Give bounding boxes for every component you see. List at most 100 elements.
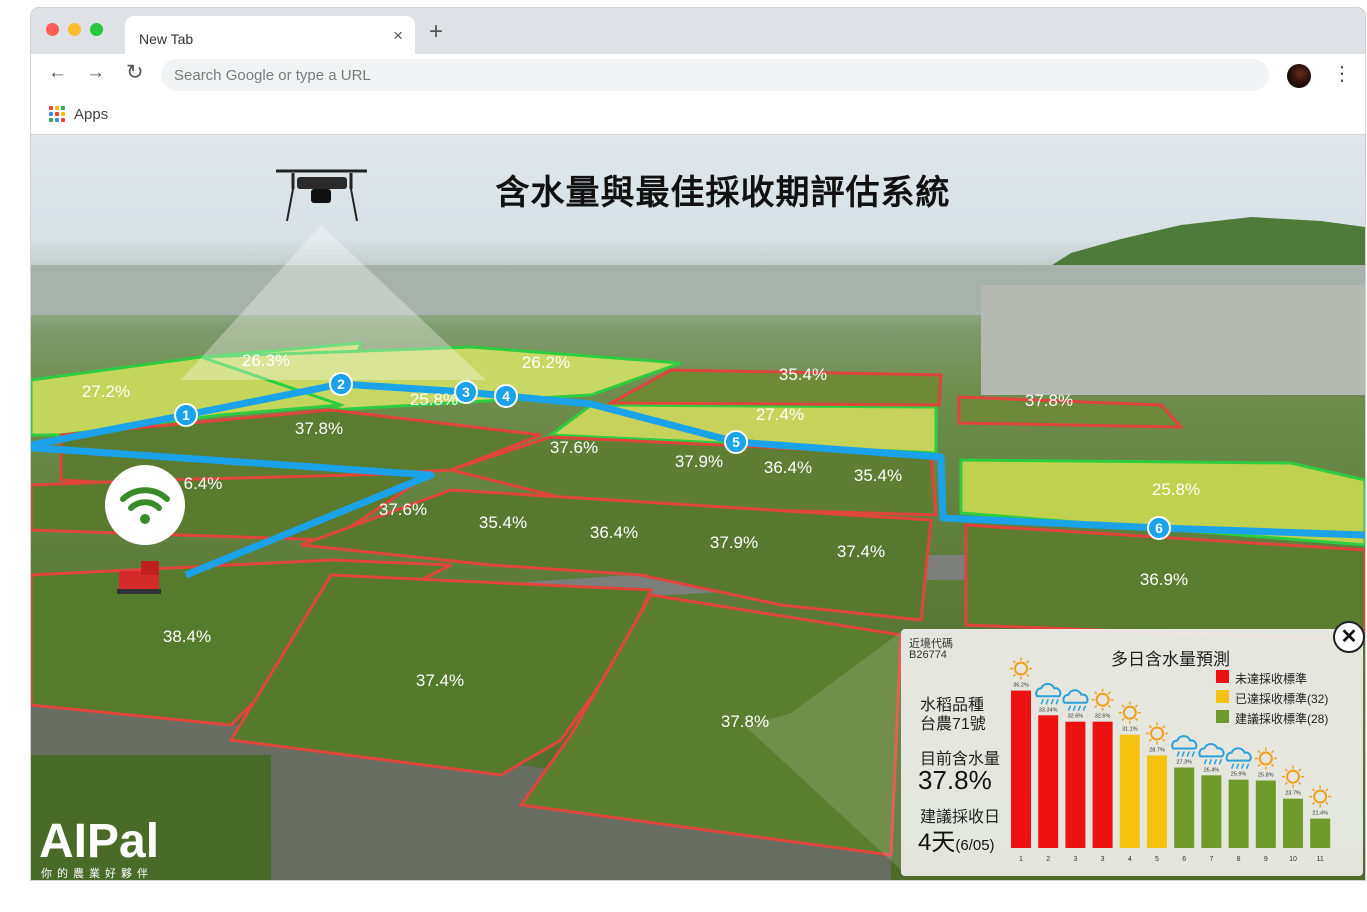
sun-icon: [1282, 765, 1304, 788]
profile-avatar[interactable]: [1287, 64, 1311, 88]
new-tab-icon[interactable]: +: [429, 20, 443, 44]
bar: [1283, 798, 1303, 848]
field-moisture-label: 25.8%: [1152, 480, 1200, 499]
rain-icon: [1035, 682, 1062, 705]
close-panel-button[interactable]: ✕: [1333, 621, 1365, 653]
window-minimize-button[interactable]: [68, 23, 81, 36]
brand-logo: AIPal: [39, 815, 160, 868]
field-moisture-label: 37.4%: [416, 671, 464, 690]
forward-arrow-icon[interactable]: →: [86, 62, 105, 84]
x-tick-label: 6: [1182, 856, 1186, 863]
legend-item-not-ready: 未達採收標準: [1216, 669, 1356, 686]
browser-window: New Tab × + ← → ↻ Search Google or type …: [31, 8, 1365, 880]
field-moisture-label: 37.9%: [675, 452, 723, 471]
reload-icon[interactable]: ↻: [126, 62, 144, 84]
legend-label: 已達採收標準(32): [1235, 692, 1329, 706]
x-tick-label: 8: [1237, 856, 1241, 863]
field-moisture-label: 27.2%: [82, 382, 130, 401]
bar-value-label: 27.3%: [1176, 760, 1192, 766]
field-moisture-label: 37.8%: [1025, 391, 1073, 410]
bar: [1310, 818, 1331, 848]
page-content: 1 2 3 4 5 6 27.2% 26.3% 25.8% 26.2% 35.4% 37.8% 37.…: [31, 135, 1365, 880]
wifi-icon: [105, 465, 185, 545]
field-moisture-label: 37.6%: [379, 500, 427, 519]
route-waypoint-number: 3: [462, 384, 470, 400]
field-moisture-label: 37.8%: [295, 419, 343, 438]
sun-icon: [1091, 688, 1114, 711]
bar-value-label: 25.8%: [1258, 773, 1274, 779]
x-tick-label: 9: [1264, 856, 1268, 863]
bar: [1011, 690, 1031, 848]
bar: [1092, 721, 1113, 848]
legend-item-ready: 已達採收標準(32): [1216, 689, 1356, 706]
apps-grid-icon[interactable]: [49, 106, 65, 122]
address-bar[interactable]: Search Google or type a URL: [161, 59, 1269, 91]
rain-icon: [1198, 742, 1225, 765]
field-moisture-label: 36.4%: [764, 458, 812, 477]
route-waypoint-number: 4: [502, 388, 510, 404]
back-arrow-icon[interactable]: ←: [48, 62, 67, 84]
legend-swatch: [1216, 670, 1229, 683]
field-moisture-label: 36.9%: [1140, 570, 1188, 589]
bookmarks-bar: Apps: [31, 96, 1365, 135]
field-moisture-label: 6.4%: [184, 474, 223, 493]
x-tick-label: 2: [1046, 856, 1050, 863]
bar: [1255, 780, 1276, 848]
legend-label: 未達採收標準: [1235, 672, 1308, 686]
field-moisture-label: 37.6%: [550, 438, 598, 457]
legend-item-recommended: 建議採收標準(28): [1216, 709, 1356, 726]
x-tick-label: 3: [1101, 856, 1105, 863]
field-moisture-label: 38.4%: [163, 627, 211, 646]
bar-value-label: 28.7%: [1149, 747, 1165, 753]
route-waypoint-number: 5: [732, 434, 740, 450]
bar-value-label: 31.1%: [1122, 727, 1138, 733]
field-moisture-label: 35.4%: [854, 466, 902, 485]
legend-swatch: [1216, 690, 1229, 703]
field-moisture-label: 27.4%: [756, 405, 804, 424]
rain-icon: [1225, 747, 1252, 769]
field-moisture-label: 26.3%: [242, 351, 290, 370]
x-tick-label: 1: [1019, 856, 1023, 863]
x-tick-label: 7: [1209, 856, 1213, 863]
bar-value-label: 25.9%: [1231, 772, 1247, 778]
tab-close-icon[interactable]: ×: [393, 27, 403, 44]
drone-icon: [276, 169, 367, 222]
bar-value-label: 32.6%: [1068, 714, 1084, 720]
field-moisture-label: 35.4%: [779, 365, 827, 384]
bar: [1228, 779, 1249, 848]
tab-bar: New Tab × +: [31, 8, 1365, 56]
forecast-panel: 近境代碼 B26774 多日含水量預測 水稻品種 台農71號 目前含水量 37.…: [901, 629, 1363, 876]
field-moisture-label: 37.4%: [837, 542, 885, 561]
bar: [1038, 715, 1059, 848]
field-wet: [605, 368, 943, 407]
bar-value-label: 26.4%: [1204, 767, 1220, 773]
page-title: 含水量與最佳採收期評估系統: [495, 174, 951, 212]
sun-icon: [1010, 657, 1032, 680]
route-waypoint-number: 2: [337, 376, 345, 392]
sun-icon: [1309, 785, 1332, 808]
sun-icon: [1118, 701, 1141, 724]
bar: [1147, 755, 1167, 848]
x-tick-label: 10: [1289, 856, 1297, 863]
harvester-icon: [117, 561, 161, 594]
forecast-chart: 36.2% 1 33.34% 2 32.6% 3 32.6% 3 31.1% 4 28.7% 5 27.…: [1010, 657, 1332, 863]
window-close-button[interactable]: [46, 23, 59, 36]
apps-bookmark-label[interactable]: Apps: [74, 106, 108, 123]
rain-icon: [1171, 735, 1198, 757]
field-moisture-label: 37.9%: [710, 533, 758, 552]
x-tick-label: 11: [1317, 856, 1324, 863]
field-moisture-label: 36.4%: [590, 523, 638, 542]
bar: [1201, 775, 1222, 848]
route-waypoint-number: 1: [182, 407, 190, 423]
menu-dots-icon[interactable]: ⋮: [1332, 62, 1352, 86]
town-buildings: [981, 285, 1365, 395]
browser-tab[interactable]: New Tab ×: [125, 16, 415, 56]
window-maximize-button[interactable]: [90, 23, 103, 36]
sun-icon: [1146, 722, 1168, 745]
field-moisture-label: 25.8%: [410, 390, 458, 409]
brand-tagline: 你的農業好夥伴: [41, 868, 153, 880]
bar: [1065, 721, 1086, 848]
bar: [1174, 767, 1195, 848]
rain-icon: [1062, 689, 1089, 711]
x-tick-label: 3: [1073, 856, 1077, 863]
